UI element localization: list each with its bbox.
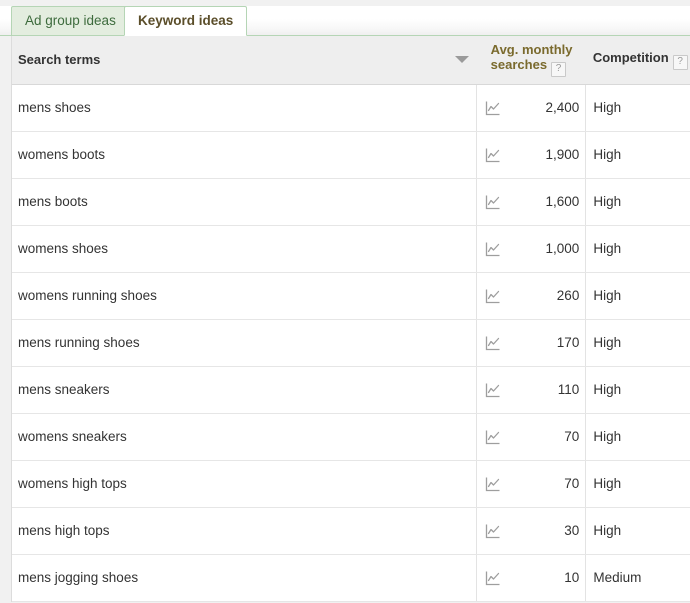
avg-monthly-searches-value: 1,000 [545,241,580,256]
table-row[interactable]: mens sneakers 110 High [12,366,690,414]
cell-competition: High [585,131,690,179]
help-icon-competition[interactable]: ? [672,54,688,70]
cell-search-term: mens jogging shoes [12,554,477,602]
avg-monthly-searches-value: 2,400 [545,100,580,115]
sort-descending-arrow-icon[interactable] [454,56,469,63]
search-volume-trend-chart-icon[interactable] [485,382,501,398]
table-row[interactable]: mens jogging shoes 10 Medium [12,554,690,602]
search-volume-trend-chart-icon[interactable] [485,429,501,445]
avg-monthly-searches-line-1: Avg. monthly [490,42,573,58]
cell-competition: High [585,319,690,367]
avg-monthly-searches-value: 260 [556,288,580,303]
cell-avg-monthly-searches: 1,900 [476,131,587,179]
avg-monthly-searches-value: 1,900 [545,147,580,162]
cell-competition: High [585,460,690,508]
cell-competition: High [585,225,690,273]
keyword-ideas-table-container: Search terms Avg. monthly searches? Comp… [11,36,690,602]
search-volume-trend-chart-icon[interactable] [485,570,501,586]
cell-avg-monthly-searches: 260 [476,272,587,320]
cell-search-term: mens boots [12,178,477,226]
help-icon-avg-monthly-searches[interactable]: ? [551,62,567,78]
cell-avg-monthly-searches: 70 [476,460,587,508]
search-volume-trend-chart-icon[interactable] [485,100,501,116]
cell-avg-monthly-searches: 30 [476,507,587,555]
search-volume-trend-chart-icon[interactable] [485,335,501,351]
table-row[interactable]: womens running shoes 260 High [12,272,690,320]
table-body: mens shoes 2,400 High womens boots 1,900 High… [12,84,690,602]
table-row[interactable]: mens boots 1,600 High [12,178,690,226]
avg-monthly-searches-line-2-wrap: searches? [490,57,586,78]
search-volume-trend-chart-icon[interactable] [485,194,501,210]
avg-monthly-searches-value: 30 [564,523,580,538]
cell-competition: High [585,413,690,461]
column-header-competition-label-wrap: Competition? [592,49,688,70]
tab-ad-group-ideas[interactable]: Ad group ideas [11,6,130,36]
cell-search-term: mens running shoes [12,319,477,367]
table-row[interactable]: mens high tops 30 High [12,507,690,555]
cell-search-term: womens high tops [12,460,477,508]
cell-avg-monthly-searches: 110 [476,366,587,414]
cell-search-term: mens high tops [12,507,477,555]
table-row[interactable]: womens high tops 70 High [12,460,690,508]
search-volume-trend-chart-icon[interactable] [485,523,501,539]
avg-monthly-searches-line-2: searches [490,57,548,73]
cell-search-term: womens running shoes [12,272,477,320]
cell-competition: High [585,366,690,414]
avg-monthly-searches-value: 170 [556,335,580,350]
search-volume-trend-chart-icon[interactable] [485,288,501,304]
tab-keyword-ideas[interactable]: Keyword ideas [124,6,248,36]
cell-search-term: mens shoes [12,84,477,132]
cell-avg-monthly-searches: 1,600 [476,178,587,226]
cell-search-term: womens shoes [12,225,477,273]
cell-avg-monthly-searches: 70 [476,413,587,461]
table-row[interactable]: mens running shoes 170 High [12,319,690,367]
column-header-avg-monthly-searches-label: Avg. monthly searches? [477,42,586,78]
cell-search-term: womens sneakers [12,413,477,461]
cell-search-term: womens boots [12,131,477,179]
cell-competition: High [585,507,690,555]
table-row[interactable]: womens sneakers 70 High [12,413,690,461]
avg-monthly-searches-value: 70 [564,476,580,491]
search-volume-trend-chart-icon[interactable] [485,241,501,257]
column-header-search-terms-label: Search terms [18,52,101,68]
search-volume-trend-chart-icon[interactable] [485,147,501,163]
tab-strip: Ad group ideas Keyword ideas [0,0,690,36]
avg-monthly-searches-value: 70 [564,429,580,444]
cell-avg-monthly-searches: 170 [476,319,587,367]
avg-monthly-searches-value: 10 [564,570,580,585]
cell-competition: Medium [585,554,690,602]
table-row[interactable]: mens shoes 2,400 High [12,84,690,132]
cell-competition: High [585,272,690,320]
search-volume-trend-chart-icon[interactable] [485,476,501,492]
table-row[interactable]: womens boots 1,900 High [12,131,690,179]
cell-search-term: mens sneakers [12,366,477,414]
column-header-avg-monthly-searches[interactable]: Avg. monthly searches? [454,36,586,85]
cell-avg-monthly-searches: 10 [476,554,587,602]
table-row[interactable]: womens shoes 1,000 High [12,225,690,273]
keyword-ideas-table: Search terms Avg. monthly searches? Comp… [12,36,690,602]
cell-competition: High [585,84,690,132]
column-header-search-terms[interactable]: Search terms [12,36,477,85]
cell-avg-monthly-searches: 1,000 [476,225,587,273]
column-header-competition-label: Competition [592,49,669,65]
cell-competition: High [585,178,690,226]
column-header-competition[interactable]: Competition? [585,36,690,85]
avg-monthly-searches-value: 110 [557,382,580,397]
table-header-row: Search terms Avg. monthly searches? Comp… [12,36,690,85]
table-header: Search terms Avg. monthly searches? Comp… [12,36,690,85]
avg-monthly-searches-value: 1,600 [545,194,580,209]
cell-avg-monthly-searches: 2,400 [476,84,587,132]
